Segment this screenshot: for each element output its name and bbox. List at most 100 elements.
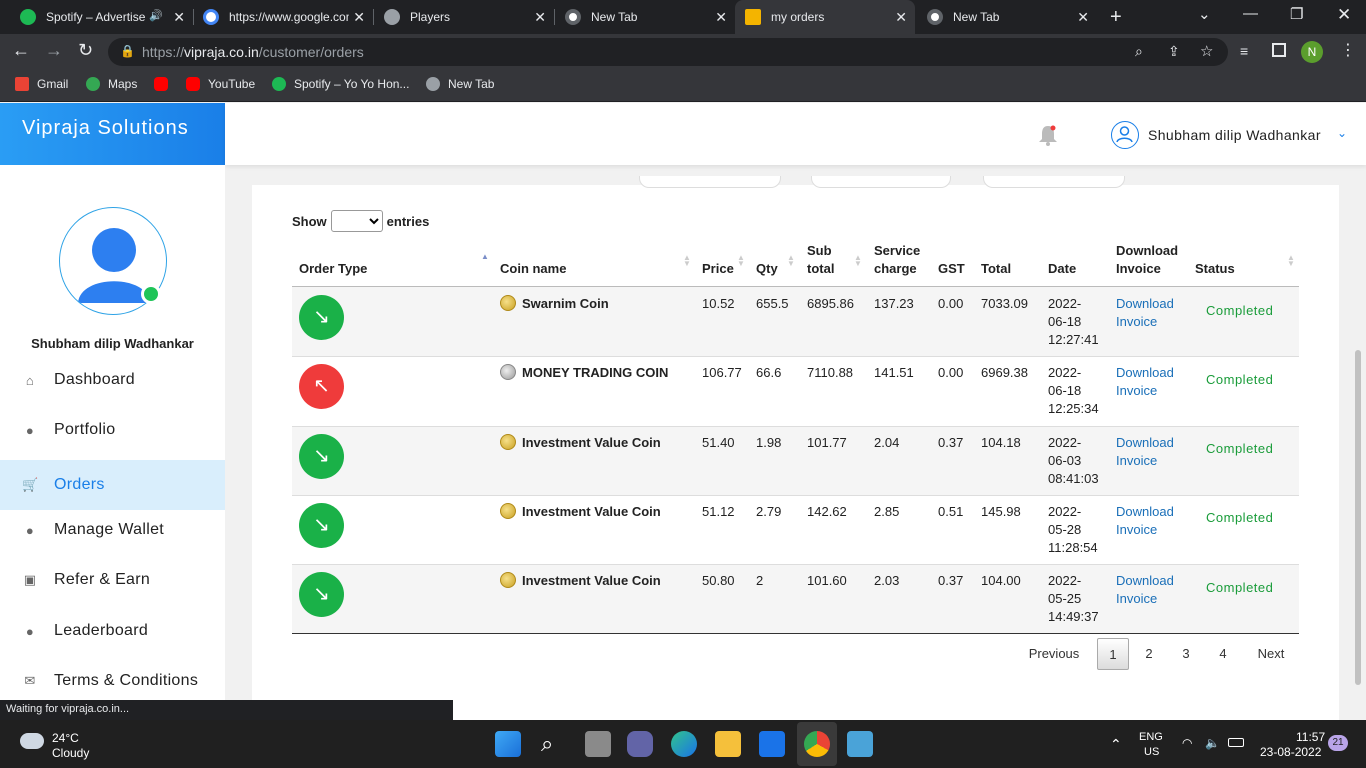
col-service-charge[interactable]: Service charge [874, 242, 920, 278]
download-invoice-link[interactable]: Download Invoice [1116, 364, 1174, 400]
clock-date[interactable]: 23-08-2022 [1260, 745, 1321, 759]
clock-time[interactable]: 11:57 [1296, 730, 1325, 744]
col-order-type[interactable]: Order Type [299, 260, 367, 278]
bookmark-youtube[interactable]: YouTube [186, 77, 255, 91]
share-icon[interactable]: ⇪ [1168, 43, 1180, 60]
speaker-icon[interactable]: 🔊 [149, 9, 163, 22]
windows-start-icon[interactable] [495, 731, 521, 757]
tab-new-tab[interactable]: New Tab ✕ [555, 0, 735, 34]
col-qty[interactable]: Qty [756, 260, 778, 278]
sidebar-item-manage-wallet[interactable]: ● Manage Wallet [0, 505, 225, 555]
entries-select[interactable] [330, 210, 383, 232]
sort-icon[interactable]: ▲ ▼ [1287, 254, 1295, 268]
language-indicator[interactable]: ENG [1139, 731, 1163, 743]
brand-logo[interactable]: Vipraja Solutions [0, 103, 225, 165]
sort-icon[interactable]: ▲ ▼ [683, 254, 691, 268]
col-date[interactable]: Date [1048, 260, 1076, 278]
search-icon[interactable]: ⌕ [541, 731, 553, 757]
download-invoice-link[interactable]: Download Invoice [1116, 503, 1174, 539]
bookmark-star-icon[interactable]: ☆ [1200, 42, 1213, 60]
tab-search-chevron-icon[interactable]: ⌄ [1198, 5, 1211, 23]
col-subtotal[interactable]: Sub total [807, 242, 834, 278]
sort-icon[interactable]: ▲ ▼ [854, 254, 862, 268]
sort-icon[interactable]: ▲ ▼ [787, 254, 795, 268]
control-panel-icon[interactable] [847, 731, 873, 757]
chevron-up-icon[interactable]: ⌃ [1110, 736, 1122, 753]
bookmark-spotify[interactable]: Spotify – Yo Yo Hon... [272, 77, 409, 91]
sidebar-item-terms[interactable]: ✉ Terms & Conditions [0, 656, 225, 706]
lock-icon[interactable]: 🔒 [120, 44, 135, 58]
download-invoice-link[interactable]: Download Invoice [1116, 295, 1174, 331]
task-view-icon[interactable] [585, 731, 611, 757]
tab-players[interactable]: Players ✕ [374, 0, 554, 34]
close-icon[interactable]: ✕ [895, 9, 907, 26]
side-panel-icon[interactable] [1272, 43, 1286, 57]
bookmark-gmail[interactable]: Gmail [15, 77, 68, 91]
tab-my-orders[interactable]: my orders ✕ [735, 0, 915, 34]
mail-icon[interactable] [759, 731, 785, 757]
sidebar-item-portfolio[interactable]: ● Portfolio [0, 405, 225, 455]
restore-button[interactable]: ❐ [1290, 5, 1303, 23]
col-status[interactable]: Status [1195, 260, 1235, 278]
sidebar-item-dashboard[interactable]: ⌂ Dashboard [0, 355, 225, 405]
sidebar-item-orders[interactable]: 🛒 Orders [0, 460, 225, 510]
forward-icon[interactable]: → [45, 40, 63, 61]
pagination-page-3[interactable]: 3 [1171, 638, 1201, 670]
tab-spotify[interactable]: Spotify – Advertisement 🔊 ✕ [10, 0, 193, 34]
col-price[interactable]: Price [702, 260, 734, 278]
volume-muted-icon[interactable]: 🔈 [1205, 736, 1220, 750]
bookmark-new-tab[interactable]: New Tab [426, 77, 494, 91]
col-gst[interactable]: GST [938, 260, 965, 278]
filter-pill[interactable] [983, 176, 1125, 188]
tab-google[interactable]: https://www.google.com ✕ [193, 0, 373, 34]
sort-icon[interactable]: ▲ ▼ [737, 254, 745, 268]
menu-icon[interactable]: ⋮ [1340, 40, 1356, 60]
battery-icon[interactable] [1228, 738, 1244, 747]
weather-temp[interactable]: 24°C [52, 731, 79, 745]
language-region[interactable]: US [1144, 746, 1159, 758]
col-total[interactable]: Total [981, 260, 1011, 278]
pagination-page-1[interactable]: 1 [1097, 638, 1129, 670]
tab-new-tab-2[interactable]: New Tab ✕ [917, 0, 1097, 34]
bell-icon[interactable] [1038, 124, 1058, 146]
new-tab-button[interactable]: + [1110, 6, 1122, 29]
header-user-name[interactable]: Shubham dilip Wadhankar [1148, 127, 1321, 143]
cloud-icon[interactable] [20, 733, 44, 749]
sort-asc-icon[interactable]: ▲ [481, 253, 489, 261]
zoom-icon[interactable]: ⌕ [1135, 43, 1143, 60]
filter-pill[interactable] [811, 176, 951, 188]
url-text[interactable]: https://vipraja.co.in/customer/orders [142, 44, 364, 60]
bookmark-youtube-icon-only[interactable] [154, 77, 176, 91]
sidebar-item-leaderboard[interactable]: ● Leaderboard [0, 606, 225, 656]
close-icon[interactable]: ✕ [173, 9, 185, 26]
page-scrollbar[interactable] [1355, 350, 1361, 685]
pagination-page-4[interactable]: 4 [1208, 638, 1238, 670]
download-invoice-link[interactable]: Download Invoice [1116, 434, 1174, 470]
pagination-previous[interactable]: Previous [1022, 638, 1086, 670]
col-download-invoice[interactable]: Download Invoice [1116, 242, 1178, 278]
filter-pill[interactable] [639, 176, 781, 188]
col-coin-name[interactable]: Coin name [500, 260, 566, 278]
close-icon[interactable]: ✕ [1077, 9, 1089, 26]
download-invoice-link[interactable]: Download Invoice [1116, 572, 1174, 608]
profile-avatar[interactable]: N [1301, 41, 1323, 63]
weather-desc[interactable]: Cloudy [52, 746, 89, 760]
sidebar-item-refer-earn[interactable]: ▣ Refer & Earn [0, 555, 225, 605]
user-circle-icon[interactable] [1111, 121, 1139, 149]
notification-count-badge[interactable]: 21 [1328, 735, 1348, 751]
wifi-icon[interactable]: ◠ [1182, 736, 1192, 750]
bookmark-maps[interactable]: Maps [86, 77, 137, 91]
chrome-icon[interactable] [804, 731, 830, 757]
edge-icon[interactable] [671, 731, 697, 757]
reload-icon[interactable]: ↻ [78, 40, 93, 61]
file-explorer-icon[interactable] [715, 731, 741, 757]
pagination-next[interactable]: Next [1250, 638, 1292, 670]
close-icon[interactable]: ✕ [715, 9, 727, 26]
close-icon[interactable]: ✕ [534, 9, 546, 26]
media-control-icon[interactable]: ≡ [1240, 43, 1248, 59]
chevron-down-icon[interactable]: ⌄ [1337, 126, 1347, 140]
pagination-page-2[interactable]: 2 [1134, 638, 1164, 670]
window-close-button[interactable]: ✕ [1337, 5, 1351, 25]
back-icon[interactable]: ← [12, 40, 30, 61]
close-icon[interactable]: ✕ [353, 9, 365, 26]
